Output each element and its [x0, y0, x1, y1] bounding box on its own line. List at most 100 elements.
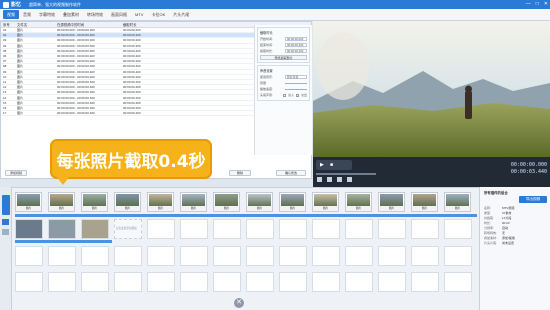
duration-field[interactable]: 00:00:00.400 [285, 49, 307, 53]
thumbnail[interactable]: 图片 [246, 192, 273, 212]
empty-slot[interactable] [213, 246, 241, 266]
duration-label: 截取时长: [260, 49, 273, 53]
empty-slot[interactable] [411, 246, 439, 266]
empty-slot[interactable] [246, 272, 274, 292]
cell-name: 图片 [17, 43, 24, 48]
empty-slot[interactable] [81, 246, 109, 266]
empty-slot[interactable] [147, 246, 175, 266]
thumbnail[interactable]: 图片 [114, 192, 141, 212]
empty-slot[interactable] [345, 246, 373, 266]
tool-icon-1[interactable] [2, 219, 9, 225]
empty-slot[interactable] [378, 246, 406, 266]
play-icon[interactable]: ▶ [320, 162, 324, 168]
thumbnail[interactable]: 图片 [312, 192, 339, 212]
maximize-button[interactable]: □ [536, 1, 539, 7]
thumbnail[interactable]: 图片 [48, 192, 75, 212]
thumbnail[interactable]: 图片 [147, 192, 174, 212]
delete-button[interactable]: 删除 [229, 170, 251, 176]
start-time-field[interactable]: 00:00:00.000 [285, 37, 307, 41]
end-time-field[interactable]: 00:00:00.400 [285, 43, 307, 47]
thumbnail-caption: 图片 [412, 206, 437, 211]
close-button[interactable]: ✕ [544, 1, 548, 7]
empty-slot[interactable] [312, 272, 340, 292]
preview-clip-button[interactable]: 预览截取部分 [260, 55, 307, 60]
empty-slot[interactable] [444, 246, 472, 266]
add-video-button[interactable]: 添加视频 [5, 170, 27, 176]
clip-slot[interactable] [48, 219, 76, 239]
empty-slot[interactable] [147, 219, 175, 239]
cell-dur: 00:00:00.400 [123, 74, 141, 79]
seek-bar[interactable] [316, 173, 376, 175]
fade-out-checkbox[interactable] [295, 93, 299, 97]
empty-slot[interactable] [147, 272, 175, 292]
empty-slot[interactable] [48, 272, 76, 292]
thumbnail[interactable]: 图片 [411, 192, 438, 212]
empty-slot[interactable] [411, 272, 439, 292]
empty-slot[interactable] [180, 246, 208, 266]
thumbnail[interactable]: 图片 [180, 192, 207, 212]
fade-in-checkbox[interactable] [282, 93, 286, 97]
settings-icon[interactable] [347, 177, 352, 182]
thumbnail[interactable]: 图片 [345, 192, 372, 212]
clip-slot[interactable] [15, 219, 43, 239]
empty-slot[interactable] [180, 219, 208, 239]
speed-slider[interactable] [285, 88, 307, 90]
empty-slot[interactable] [81, 272, 109, 292]
empty-slot[interactable] [15, 272, 43, 292]
confirm-button[interactable]: 确认修改 [276, 170, 306, 176]
empty-slot[interactable] [378, 272, 406, 292]
cell-dur: 00:00:00.400 [123, 79, 141, 84]
storyboard-tab[interactable] [2, 195, 10, 215]
empty-slot[interactable] [345, 219, 373, 239]
tool-icon-2[interactable] [2, 229, 9, 235]
empty-slot[interactable] [246, 219, 274, 239]
video-preview[interactable] [313, 21, 550, 157]
empty-slot[interactable] [279, 272, 307, 292]
thumbnail[interactable]: 图片 [15, 192, 42, 212]
export-video-button[interactable]: 导出视频 [519, 196, 547, 203]
tab-intro-outro[interactable]: 片头片尾 [169, 10, 193, 19]
thumbnail[interactable]: 图片 [213, 192, 240, 212]
clip-slot[interactable] [81, 219, 109, 239]
close-icon[interactable]: ✕ [234, 298, 244, 308]
empty-slot[interactable] [48, 246, 76, 266]
thumbnail[interactable]: 图片 [279, 192, 306, 212]
cell-dur: 00:00:00.400 [123, 59, 141, 64]
empty-slot[interactable] [312, 219, 340, 239]
tab-subtitle-effects[interactable]: 字幕特效 [35, 10, 59, 19]
tab-video[interactable]: 视频 [3, 10, 19, 19]
empty-slot[interactable] [378, 219, 406, 239]
stop-icon[interactable]: ■ [330, 162, 333, 168]
empty-slot[interactable] [312, 246, 340, 266]
tab-mtv[interactable]: MTV [131, 10, 147, 19]
snapshot-icon[interactable] [317, 177, 322, 182]
empty-slot[interactable] [279, 219, 307, 239]
empty-slot[interactable] [444, 272, 472, 292]
empty-slot[interactable] [444, 219, 472, 239]
thumbnail[interactable]: 图片 [81, 192, 108, 212]
tab-overlay[interactable]: 叠加素材 [59, 10, 83, 19]
empty-slot[interactable] [279, 246, 307, 266]
empty-slot[interactable] [114, 272, 142, 292]
music-mode-select[interactable]: 原片声音 [285, 75, 307, 79]
empty-slot[interactable] [180, 272, 208, 292]
tab-transitions[interactable]: 转场特效 [83, 10, 107, 19]
empty-slot[interactable] [411, 219, 439, 239]
empty-slot[interactable] [213, 219, 241, 239]
tab-styles[interactable]: 画面风格 [107, 10, 131, 19]
thumbnail[interactable]: 图片 [444, 192, 471, 212]
add-clip-slot[interactable]: 双击此处添加视频 [114, 219, 142, 239]
empty-slot[interactable] [345, 272, 373, 292]
empty-slot[interactable] [15, 246, 43, 266]
empty-slot[interactable] [213, 272, 241, 292]
tab-karaoke[interactable]: 卡拉OK [147, 10, 169, 19]
volume-slider[interactable] [285, 82, 307, 84]
thumbnail[interactable]: 图片 [378, 192, 405, 212]
fullscreen-icon[interactable] [337, 177, 342, 182]
empty-slot[interactable] [114, 246, 142, 266]
cell-name: 图片 [17, 111, 24, 116]
empty-slot[interactable] [246, 246, 274, 266]
minimize-button[interactable]: — [526, 1, 531, 7]
tab-audio[interactable]: 音频 [19, 10, 35, 19]
folder-icon[interactable] [327, 177, 332, 182]
